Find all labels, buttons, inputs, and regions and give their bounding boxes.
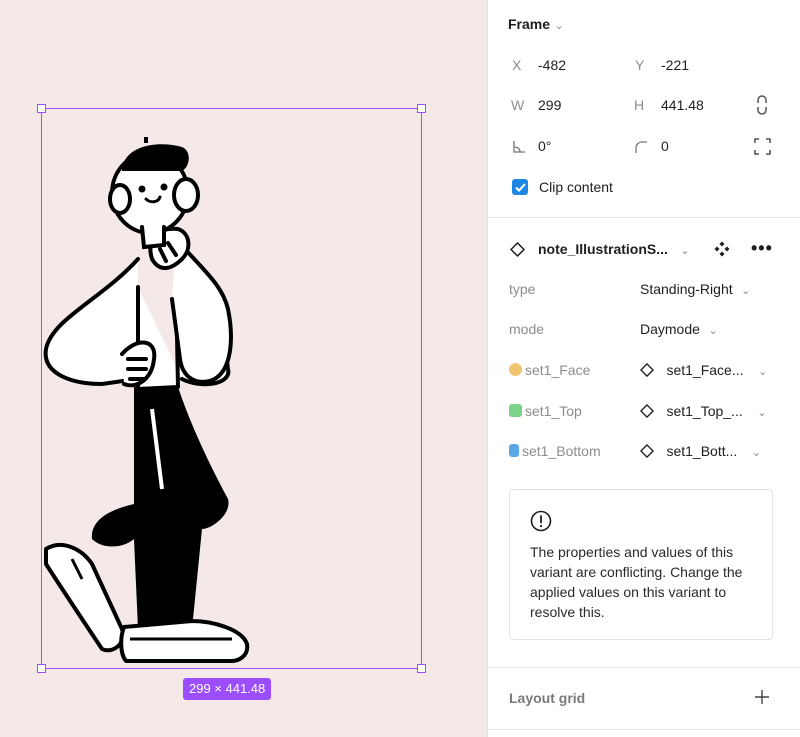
- w-label: W: [511, 97, 525, 113]
- character-illustration: [43, 137, 250, 663]
- resize-handle-bottom-right[interactable]: [417, 664, 426, 673]
- frame-title: Frame: [508, 16, 551, 32]
- independent-corners-icon[interactable]: [754, 138, 771, 155]
- instance-label-top: set1_Top: [509, 403, 582, 421]
- component-icon[interactable]: [714, 241, 730, 257]
- instance-icon: [639, 403, 655, 419]
- h-label: H: [634, 97, 645, 113]
- chevron-down-icon: ⌄: [741, 285, 751, 297]
- corner-radius-icon: [635, 141, 647, 153]
- conflict-warning-box: The properties and values of this varian…: [509, 489, 773, 640]
- component-name: note_IllustrationS...: [538, 241, 668, 257]
- chevron-down-icon: ⌄: [554, 20, 564, 32]
- x-label: X: [512, 57, 522, 73]
- constrain-proportions-icon[interactable]: [755, 95, 769, 115]
- chevron-down-icon: ⌄: [708, 325, 718, 337]
- frame-type-dropdown[interactable]: Frame ⌄: [508, 16, 564, 34]
- checkmark-icon: [514, 182, 526, 192]
- instance-dropdown-top[interactable]: set1_Top_... ⌄: [639, 403, 767, 421]
- corner-radius-input[interactable]: 0: [661, 138, 669, 154]
- instance-icon: [639, 362, 655, 378]
- selected-frame[interactable]: [37, 104, 426, 673]
- instance-icon: [510, 242, 525, 257]
- instance-dropdown-bottom[interactable]: set1_Bott... ⌄: [639, 443, 761, 461]
- layout-grid-section: Layout grid: [488, 668, 800, 730]
- resize-handle-bottom-left[interactable]: [37, 664, 46, 673]
- rotation-icon: [513, 141, 525, 153]
- height-input[interactable]: 441.48: [661, 97, 704, 113]
- prop-dropdown-mode[interactable]: Daymode ⌄: [640, 321, 718, 339]
- width-input[interactable]: 299: [538, 97, 561, 113]
- resize-handle-top-right[interactable]: [417, 104, 426, 113]
- clip-content-checkbox[interactable]: [512, 179, 528, 195]
- layout-grid-title: Layout grid: [509, 690, 586, 706]
- warning-icon: [530, 510, 552, 532]
- instance-label-bottom: set1_Bottom: [509, 443, 601, 461]
- more-options-icon[interactable]: •••: [751, 238, 773, 259]
- y-input[interactable]: -221: [661, 57, 689, 73]
- prop-label-mode: mode: [509, 321, 545, 337]
- chevron-down-icon: ⌄: [680, 245, 690, 257]
- instance-label-face: set1_Face: [509, 362, 590, 380]
- y-label: Y: [635, 57, 645, 73]
- pants-icon: [509, 444, 519, 457]
- resize-handle-top-left[interactable]: [37, 104, 46, 113]
- chevron-down-icon: ⌄: [757, 407, 767, 419]
- canvas[interactable]: 299 × 441.48: [0, 0, 487, 737]
- properties-panel: Frame ⌄ X -482 Y -221 W 299 H 441.48 0° …: [487, 0, 800, 737]
- prop-label-type: type: [509, 281, 536, 297]
- x-input[interactable]: -482: [538, 57, 566, 73]
- chevron-down-icon: ⌄: [751, 447, 761, 459]
- shirt-icon: [509, 404, 522, 417]
- rotation-input[interactable]: 0°: [538, 138, 551, 154]
- face-icon: [509, 363, 522, 376]
- size-badge: 299 × 441.48: [183, 678, 272, 700]
- instance-icon: [639, 443, 655, 459]
- instance-dropdown-face[interactable]: set1_Face... ⌄: [639, 362, 768, 380]
- conflict-message: The properties and values of this varian…: [530, 544, 743, 620]
- component-name-dropdown[interactable]: note_IllustrationS... ⌄: [538, 241, 690, 259]
- component-section: note_IllustrationS... ⌄ ••• type Standin…: [488, 218, 800, 668]
- clip-content-label: Clip content: [539, 179, 613, 195]
- prop-dropdown-type[interactable]: Standing-Right ⌄: [640, 281, 750, 299]
- add-icon[interactable]: [754, 689, 770, 705]
- frame-section: Frame ⌄ X -482 Y -221 W 299 H 441.48 0° …: [488, 0, 800, 218]
- chevron-down-icon: ⌄: [757, 366, 768, 378]
